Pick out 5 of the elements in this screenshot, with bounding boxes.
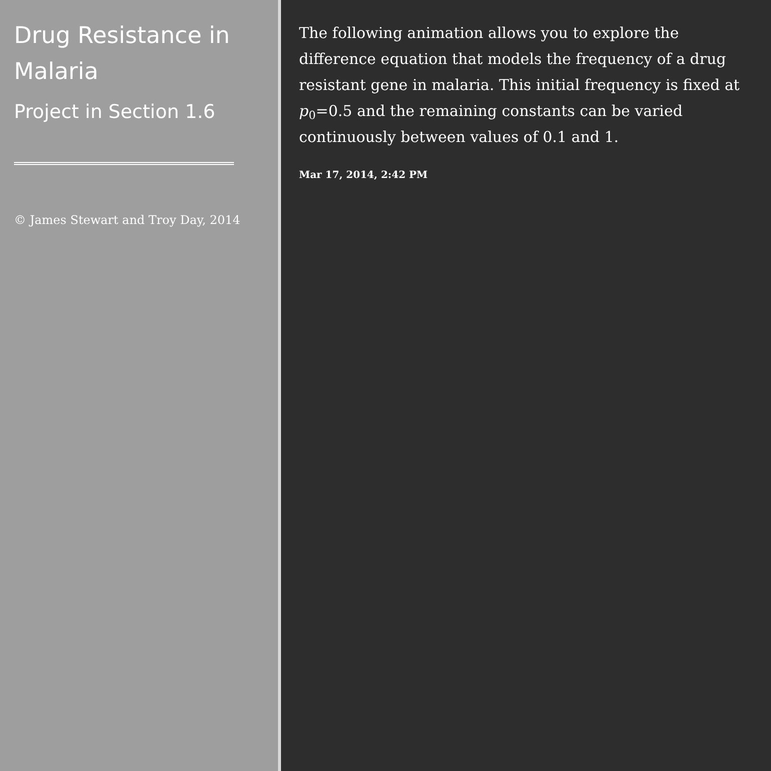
copyright-text: © James Stewart and Troy Day, 2014: [14, 212, 242, 229]
page-title: Drug Resistance in Malaria: [14, 22, 231, 87]
description-paragraph: The following animation allows you to explore the difference equation that models the frequency of a drug resistant gene in malaria. This initial frequency is fixed at p$_{0}$=0.5 and the remaining constants can be varied continuously between values of 0.1 and 1.: [299, 23, 741, 148]
page-subtitle: Project in Section 1.6: [14, 100, 216, 125]
date-text: Mar 17, 2014, 2:42 PM: [299, 169, 429, 183]
